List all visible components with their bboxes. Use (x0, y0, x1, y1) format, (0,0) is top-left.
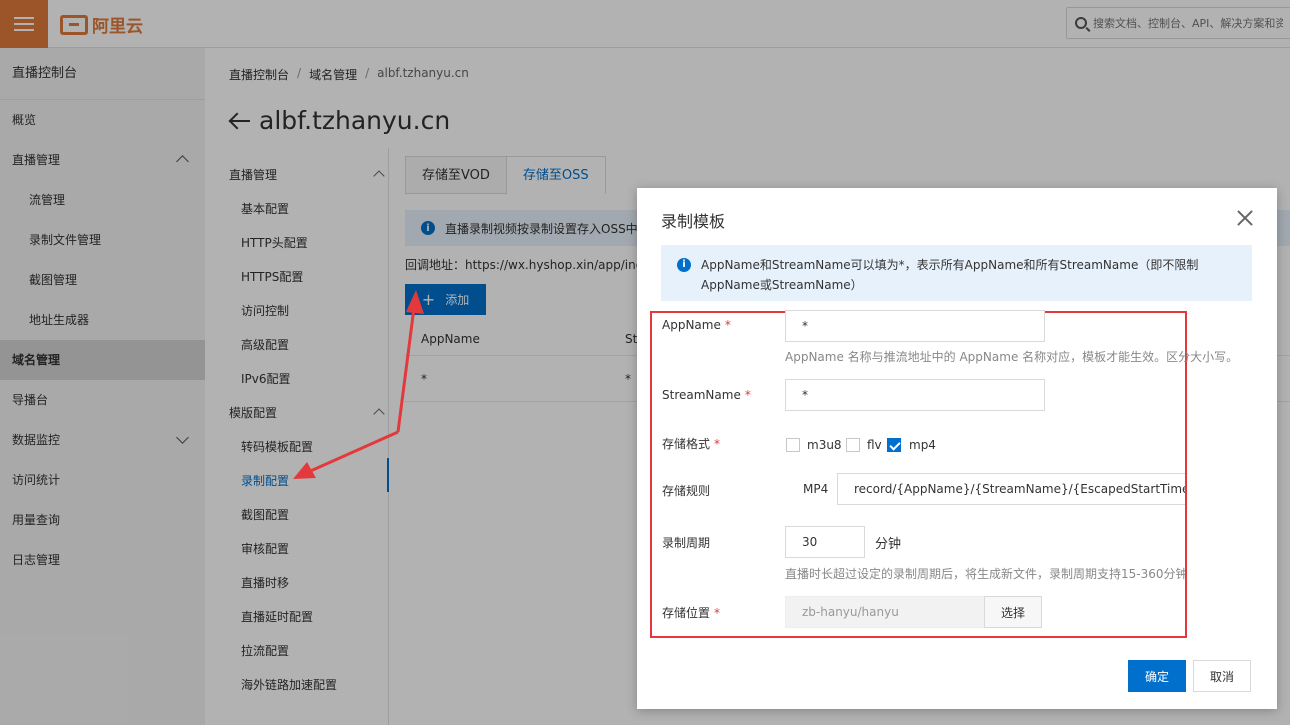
streamname-input[interactable]: * (785, 379, 1045, 411)
period-label-text: 录制周期 (662, 536, 711, 550)
dialog-title: 录制模板 (661, 212, 726, 231)
streamname-label-text: StreamName (662, 388, 741, 402)
format-label-text: 存储格式 (662, 437, 711, 451)
period-label: 录制周期 (662, 534, 710, 551)
location-value: zb-hanyu/hanyu (802, 605, 899, 619)
checkbox-mp4[interactable] (887, 438, 901, 452)
location-label: 存储位置 * (662, 604, 720, 621)
period-value: 30 (802, 535, 818, 549)
rule-value: record/{AppName}/{StreamName}/{EscapedSt… (854, 482, 1185, 496)
period-input[interactable]: 30 (785, 526, 865, 558)
streamname-value: * (802, 388, 808, 402)
close-icon[interactable] (1237, 210, 1253, 226)
appname-label: AppName * (662, 318, 731, 332)
appname-label-text: AppName (662, 318, 721, 332)
rule-label: 存储规则 (662, 482, 710, 499)
confirm-button[interactable]: 确定 (1128, 660, 1186, 692)
cancel-button[interactable]: 取消 (1193, 660, 1251, 692)
recording-template-dialog: 录制模板 i AppName和StreamName可以填为*，表示所有AppNa… (637, 188, 1277, 709)
select-location-button[interactable]: 选择 (984, 596, 1042, 628)
dialog-notice-text: AppName和StreamName可以填为*，表示所有AppName和所有St… (701, 258, 1199, 292)
required-marker: * (714, 606, 721, 620)
rule-prefix: MP4 (803, 482, 829, 496)
checkbox-m3u8-label: m3u8 (807, 438, 842, 452)
appname-value: * (802, 319, 808, 333)
appname-hint: AppName 名称与推流地址中的 AppName 名称对应，模板才能生效。区分… (785, 350, 1239, 364)
rule-input[interactable]: record/{AppName}/{StreamName}/{EscapedSt… (837, 473, 1185, 505)
checkbox-mp4-label: mp4 (909, 438, 936, 452)
checkbox-m3u8[interactable] (786, 438, 800, 452)
location-label-text: 存储位置 (662, 606, 711, 620)
info-icon: i (677, 258, 691, 272)
required-marker: * (744, 388, 751, 402)
format-label: 存储格式 * (662, 435, 720, 452)
dialog-notice: i AppName和StreamName可以填为*，表示所有AppName和所有… (661, 245, 1252, 301)
period-unit: 分钟 (875, 537, 902, 552)
location-input: zb-hanyu/hanyu (785, 596, 985, 628)
appname-input[interactable]: * (785, 310, 1045, 342)
checkbox-flv-label: flv (867, 438, 882, 452)
streamname-label: StreamName * (662, 388, 751, 402)
required-marker: * (714, 437, 721, 451)
rule-label-text: 存储规则 (662, 484, 711, 498)
period-hint: 直播时长超过设定的录制周期后，将生成新文件，录制周期支持15-360分钟。 (785, 567, 1185, 581)
checkbox-flv[interactable] (846, 438, 860, 452)
required-marker: * (724, 318, 731, 332)
